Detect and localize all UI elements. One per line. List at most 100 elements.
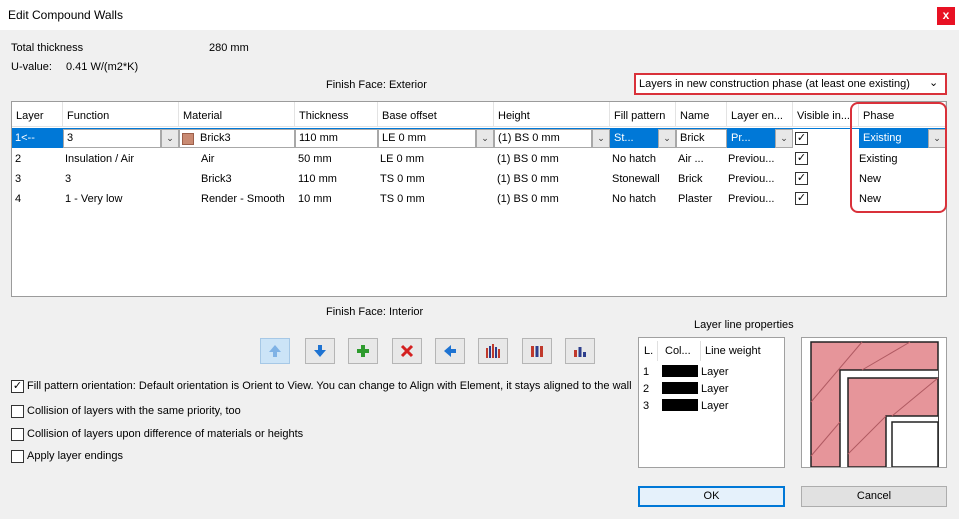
col-header-function[interactable]: Function — [63, 102, 179, 127]
cell-layer-end: Previou... — [728, 153, 775, 165]
cell-base-offset: TS 0 mm — [380, 193, 425, 205]
chevron-down-icon: ⌄ — [929, 77, 939, 89]
chevron-down-icon[interactable]: ⌄ — [592, 129, 610, 148]
total-thickness-label: Total thickness — [11, 42, 84, 54]
cell-material: Render - Smooth — [201, 193, 285, 205]
llp-header-color: Col... — [665, 345, 691, 357]
cell-function: 3 — [65, 173, 72, 185]
llp-color-swatch[interactable] — [662, 365, 698, 377]
cancel-button[interactable]: Cancel — [801, 486, 947, 507]
chevron-down-icon[interactable]: ⌄ — [476, 129, 494, 148]
llp-row-weight[interactable]: Layer — [701, 366, 729, 378]
height-select[interactable]: (1) BS 0 mm — [494, 129, 592, 148]
col-header-base-offset[interactable]: Base offset — [378, 102, 494, 127]
collision-priority-checkbox[interactable] — [11, 405, 24, 418]
fill-pattern-select[interactable]: St... — [610, 129, 658, 148]
llp-row-weight[interactable]: Layer — [701, 400, 729, 412]
collision-materials-checkbox[interactable] — [11, 428, 24, 441]
close-button[interactable]: x — [937, 7, 955, 25]
visible-checkbox[interactable]: ✓ — [795, 132, 808, 145]
title-bar — [0, 0, 959, 30]
ok-button[interactable]: OK — [638, 486, 785, 507]
chevron-down-icon[interactable]: ⌄ — [658, 129, 676, 148]
chevron-down-icon[interactable]: ⌄ — [775, 129, 793, 148]
function-select[interactable]: 3 — [63, 129, 161, 148]
total-thickness-value: 280 mm — [209, 42, 249, 54]
col-header-height[interactable]: Height — [494, 102, 610, 127]
wall-section-icon — [810, 341, 939, 468]
layer-end-select[interactable]: Pr... — [727, 129, 775, 148]
cell-height: (1) BS 0 mm — [497, 173, 559, 185]
phase-column-highlight — [850, 102, 947, 213]
cell-fill-pattern: Stonewall — [612, 173, 660, 185]
layer-line-properties-table: L. Col... Line weight 1 Layer 2 Layer 3 … — [638, 337, 785, 468]
cell-height: (1) BS 0 mm — [497, 193, 559, 205]
col-header-layer-end[interactable]: Layer en... — [727, 102, 793, 127]
add-layer-button[interactable] — [348, 338, 378, 364]
move-up-button[interactable] — [260, 338, 290, 364]
col-header-material[interactable]: Material — [179, 102, 295, 127]
brick-swatch-icon — [182, 133, 194, 145]
col-header-layer[interactable]: Layer — [12, 102, 63, 127]
phase-filter-dropdown[interactable]: Layers in new construction phase (at lea… — [634, 73, 947, 95]
reverse-icon — [444, 345, 456, 357]
cell-thickness: 50 mm — [298, 153, 332, 165]
priority-icon — [486, 344, 500, 358]
base-offset-select[interactable]: LE 0 mm — [378, 129, 476, 148]
cell-fill-pattern: No hatch — [612, 193, 657, 205]
cell-thickness: 110 mm — [298, 173, 337, 185]
layer-endings-label: Apply layer endings — [27, 450, 124, 462]
llp-header-line-weight: Line weight — [705, 345, 761, 357]
col-header-thickness[interactable]: Thickness — [295, 102, 378, 127]
window-title: Edit Compound Walls — [8, 8, 123, 22]
layer-line-properties-title: Layer line properties — [694, 319, 794, 331]
move-up-icon — [269, 345, 281, 357]
thickness-input[interactable]: 110 mm — [295, 129, 378, 148]
finish-face-interior: Finish Face: Interior — [326, 306, 424, 318]
llp-row-weight[interactable]: Layer — [701, 383, 729, 395]
cell-material: Brick3 — [201, 173, 232, 185]
add-layer-icon — [357, 345, 369, 357]
move-down-icon — [314, 345, 326, 357]
llp-header-layer: L. — [644, 345, 654, 357]
llp-color-swatch[interactable] — [662, 382, 698, 394]
cell-material: Air — [201, 153, 215, 165]
layer-endings-checkbox[interactable] — [11, 450, 24, 463]
delete-layer-button[interactable] — [392, 338, 422, 364]
move-down-button[interactable] — [305, 338, 335, 364]
cell-layer: 4 — [15, 193, 22, 205]
cell-layer: 3 — [15, 173, 22, 185]
column-divider — [700, 341, 701, 361]
phase-filter-value: Layers in new construction phase (at lea… — [639, 78, 910, 90]
collision-materials-label: Collision of layers upon difference of m… — [27, 428, 304, 440]
llp-color-swatch[interactable] — [662, 399, 698, 411]
wall-preview — [801, 337, 947, 468]
visible-checkbox[interactable]: ✓ — [795, 152, 808, 165]
reverse-button[interactable] — [435, 338, 465, 364]
column-divider — [657, 341, 658, 361]
name-input[interactable]: Brick — [676, 129, 727, 148]
cell-layer: 2 — [15, 153, 22, 165]
chart-icon — [574, 347, 586, 357]
delete-layer-icon — [400, 344, 414, 358]
layers-button[interactable] — [522, 338, 552, 364]
chevron-down-icon[interactable]: ⌄ — [161, 129, 179, 148]
cell-height: (1) BS 0 mm — [497, 153, 559, 165]
cell-layer-end: Previou... — [728, 193, 775, 205]
visible-checkbox[interactable]: ✓ — [795, 192, 808, 205]
cell-function: Insulation / Air — [65, 153, 135, 165]
visible-checkbox[interactable]: ✓ — [795, 172, 808, 185]
cell-thickness: 10 mm — [298, 193, 332, 205]
col-header-fill-pattern[interactable]: Fill pattern — [610, 102, 676, 127]
cell-fill-pattern: No hatch — [612, 153, 657, 165]
cell-base-offset: LE 0 mm — [380, 153, 425, 165]
cell-base-offset: TS 0 mm — [380, 173, 425, 185]
priority-button[interactable] — [478, 338, 508, 364]
fill-orientation-checkbox[interactable]: ✓ — [11, 380, 24, 393]
llp-row-num: 3 — [643, 400, 650, 412]
chart-button[interactable] — [565, 338, 595, 364]
uvalue-value: 0.41 W/(m2*K) — [66, 61, 139, 73]
material-select[interactable]: Brick3 — [179, 129, 295, 148]
col-header-name[interactable]: Name — [676, 102, 727, 127]
cell-name: Air ... — [678, 153, 704, 165]
